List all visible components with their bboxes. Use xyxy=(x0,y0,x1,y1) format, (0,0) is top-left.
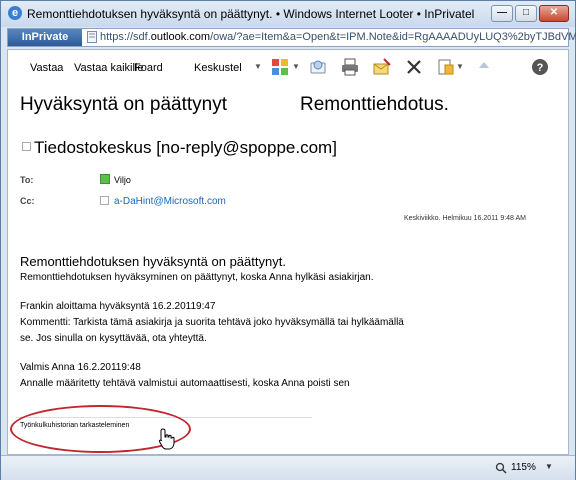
reply-button[interactable]: Vastaa xyxy=(30,62,63,74)
help-icon[interactable]: ? xyxy=(530,57,550,77)
inprivate-badge[interactable]: InPrivate xyxy=(8,29,82,46)
chevron-down-icon[interactable]: ▼ xyxy=(456,62,464,71)
sent-date: Keskiviikko. Helmikuu 16.2011 9:48 AM xyxy=(403,215,526,222)
cc-recipient[interactable]: a-DaHint@Microsoft.com xyxy=(114,196,226,207)
message-toolbar: Vastaa Vastaa kaikille Foard Keskustel ▼… xyxy=(8,50,568,84)
close-icon: ✕ xyxy=(549,7,559,18)
hand-cursor-icon xyxy=(158,428,175,450)
chevron-down-icon[interactable]: ▼ xyxy=(545,462,553,471)
address-bar[interactable]: InPrivate https://sdf.outlook.com/owa/?a… xyxy=(7,28,576,47)
body-paragraph: Kommentti: Tarkista tämä asiakirja ja su… xyxy=(20,317,404,328)
maximize-icon: □ xyxy=(522,7,530,18)
body-paragraph: se. Jos sinulla on kysyttävää, ota yhtey… xyxy=(20,333,207,344)
browser-logo-icon: e xyxy=(8,6,22,20)
body-paragraph: Frankin aloittama hyväksyntä 16.2.20119:… xyxy=(20,301,216,312)
status-bar: 115% ▼ xyxy=(1,455,575,480)
minimize-icon: — xyxy=(497,7,507,18)
navigate-up-icon[interactable] xyxy=(474,57,494,77)
zoom-level[interactable]: 115% xyxy=(511,462,536,473)
forward-button[interactable]: Foard xyxy=(134,62,163,74)
maximize-button[interactable]: □ xyxy=(515,5,537,22)
actions-icon[interactable] xyxy=(436,57,456,77)
presence-icon xyxy=(100,196,109,205)
message-view: Vastaa Vastaa kaikille Foard Keskustel ▼… xyxy=(7,49,569,455)
move-to-folder-icon[interactable] xyxy=(308,57,328,77)
minimize-button[interactable]: — xyxy=(491,5,513,22)
url-domain: outlook.com xyxy=(150,31,211,43)
body-heading: Remonttiehdotuksen hyväksyntä on päättyn… xyxy=(20,254,286,269)
chevron-down-icon[interactable]: ▼ xyxy=(254,62,262,71)
title-bar: e Remonttiehdotuksen hyväksyntä on päätt… xyxy=(1,1,575,27)
categorize-icon[interactable] xyxy=(270,57,290,77)
zoom-icon[interactable] xyxy=(495,462,507,474)
print-icon[interactable] xyxy=(340,57,360,77)
url-text[interactable]: https://sdf.outlook.com/owa/?ae=Item&a=O… xyxy=(100,31,576,43)
delete-icon[interactable] xyxy=(404,57,424,77)
window-title: Remonttiehdotuksen hyväksyntä on päättyn… xyxy=(27,7,475,21)
page-icon xyxy=(87,31,97,43)
url-path: /owa/?ae=Item&a=Open&t=IPM.Note&id=RgAAA… xyxy=(210,31,576,43)
to-label: To: xyxy=(20,175,34,185)
mark-icon[interactable] xyxy=(372,57,392,77)
body-paragraph: Annalle määritetty tehtävä valmistui aut… xyxy=(20,378,350,389)
svg-text:?: ? xyxy=(537,62,544,74)
body-paragraph: Valmis Anna 16.2.20119:48 xyxy=(20,362,141,373)
message-subject: Hyväksyntä on päättynyt xyxy=(20,94,227,115)
cc-label: Cc: xyxy=(20,196,35,206)
presence-icon xyxy=(100,174,110,184)
close-window-button[interactable]: ✕ xyxy=(539,5,569,22)
url-prefix: https://sdf. xyxy=(100,31,151,43)
body-paragraph: Remonttiehdotuksen hyväksyminen on päätt… xyxy=(20,272,374,283)
to-recipient[interactable]: Viljo xyxy=(114,175,131,185)
browser-window: e Remonttiehdotuksen hyväksyntä on päätt… xyxy=(0,0,576,480)
priority-menu[interactable]: Keskustel xyxy=(194,62,242,74)
sender-status-icon xyxy=(22,142,31,151)
sender-name[interactable]: Tiedostokeskus [no-reply@spoppe.com] xyxy=(34,138,337,158)
message-subject-suffix: Remonttiehdotus. xyxy=(300,94,449,115)
chevron-down-icon[interactable]: ▼ xyxy=(292,62,300,71)
